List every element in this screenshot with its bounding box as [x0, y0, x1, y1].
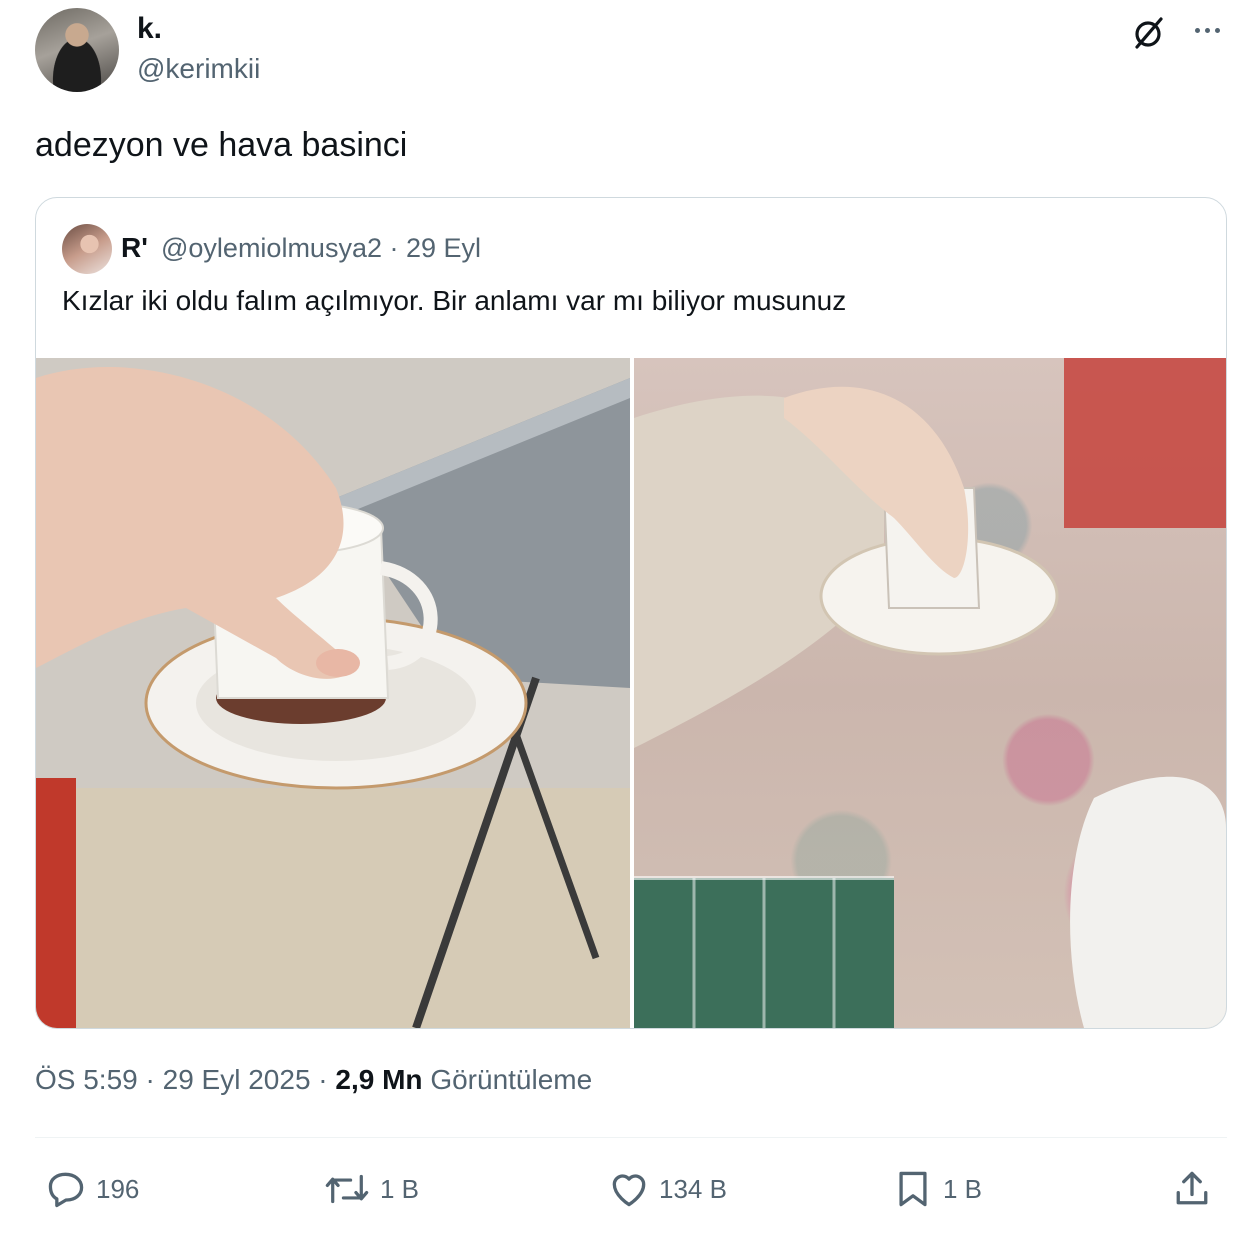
media-image-left[interactable]	[36, 358, 630, 1028]
action-bar-divider	[35, 1137, 1227, 1138]
author-avatar[interactable]	[35, 8, 119, 92]
like-button[interactable]: 134 B	[607, 1166, 727, 1212]
repost-count: 1 B	[380, 1173, 420, 1204]
quoted-handle: @oylemiolmusya2	[161, 233, 382, 263]
reply-count: 196	[96, 1173, 140, 1204]
view-count: 2,9 Mn	[335, 1064, 423, 1095]
author-handle[interactable]: @kerimkii	[137, 53, 260, 85]
reply-icon	[44, 1167, 88, 1211]
tweet-time[interactable]: ÖS 5:59	[35, 1064, 138, 1095]
view-count-label: Görüntüleme	[430, 1064, 593, 1095]
quoted-text: Kızlar iki oldu falım açılmıyor. Bir anl…	[62, 285, 847, 316]
share-button[interactable]	[1170, 1166, 1214, 1212]
tweet-timestamp-line: ÖS 5:59 · 29 Eyl 2025 · 2,9 Mn Görüntüle…	[35, 1064, 592, 1096]
tweet-date[interactable]: 29 Eyl 2025	[163, 1064, 311, 1095]
quoted-meta: @oylemiolmusya2 · 29 Eyl	[161, 233, 481, 264]
repost-button[interactable]: 1 B	[322, 1166, 419, 1212]
bookmark-icon	[891, 1167, 935, 1211]
like-count: 134 B	[659, 1173, 727, 1204]
quoted-avatar	[62, 224, 112, 274]
separator-dot: ·	[318, 1064, 336, 1095]
share-icon	[1170, 1167, 1214, 1211]
media-image-right[interactable]	[634, 358, 1226, 1028]
grok-icon[interactable]	[1128, 12, 1168, 52]
repost-icon	[322, 1167, 372, 1211]
like-icon	[607, 1167, 651, 1211]
tweet-text: adezyon ve hava basinci	[35, 126, 408, 164]
bookmark-count: 1 B	[943, 1173, 983, 1204]
reply-button[interactable]: 196	[44, 1166, 139, 1212]
quoted-date: 29 Eyl	[406, 233, 482, 263]
more-icon[interactable]	[1186, 12, 1228, 48]
separator-dot: ·	[145, 1064, 163, 1095]
quoted-tweet-card[interactable]: R' @oylemiolmusya2 · 29 Eyl Kızlar iki o…	[35, 197, 1227, 1029]
bookmark-button[interactable]: 1 B	[891, 1166, 982, 1212]
author-display-name[interactable]: k.	[137, 12, 162, 46]
separator-dot: ·	[389, 233, 406, 263]
quoted-display-name: R'	[121, 232, 148, 263]
